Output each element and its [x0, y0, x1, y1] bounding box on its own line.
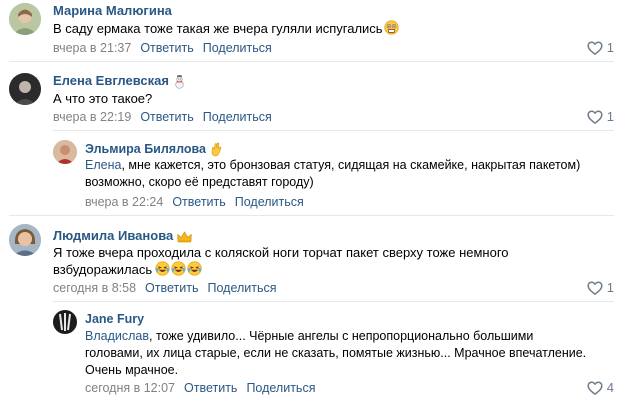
- comment-meta: сегодня в 8:58 Ответить Поделиться: [53, 280, 277, 296]
- comment-text-line: возможно, скоро её представят городу): [85, 175, 314, 189]
- comment-author[interactable]: Марина Малюгина: [53, 3, 172, 19]
- reply-button[interactable]: Ответить: [184, 381, 237, 395]
- comment-date[interactable]: сегодня в 12:07: [85, 381, 175, 395]
- avatar[interactable]: [53, 140, 77, 164]
- share-button[interactable]: Поделиться: [207, 281, 276, 295]
- divider: [53, 301, 614, 302]
- reply-button[interactable]: Ответить: [140, 41, 193, 55]
- comment-text: А что это такое?: [53, 91, 153, 106]
- like-count: 1: [606, 280, 614, 295]
- heart-icon: [587, 280, 603, 296]
- astonished-face-icon: [383, 20, 399, 35]
- comment-meta: вчера в 21:37 Ответить Поделиться: [53, 40, 272, 56]
- like-count: 1: [606, 40, 614, 55]
- avatar[interactable]: [53, 310, 77, 334]
- mention-link[interactable]: Владислав: [85, 329, 149, 343]
- comment-text-line: Я тоже вчера проходила с коляской ноги т…: [53, 245, 509, 260]
- comment-date[interactable]: сегодня в 8:58: [53, 281, 136, 295]
- like-button[interactable]: 1: [587, 40, 614, 56]
- share-button[interactable]: Поделиться: [246, 381, 315, 395]
- divider: [53, 130, 614, 131]
- comment-author[interactable]: Эльмира Билялова: [85, 141, 223, 157]
- reply-button[interactable]: Ответить: [140, 110, 193, 124]
- comment-author[interactable]: Людмила Иванова: [53, 228, 192, 244]
- ok-hand-icon: [210, 142, 223, 157]
- snowman-icon: [173, 74, 186, 89]
- divider: [9, 61, 614, 62]
- like-count: 4: [606, 380, 614, 395]
- author-name[interactable]: Людмила Иванова: [53, 228, 173, 243]
- comment-meta: вчера в 22:19 Ответить Поделиться: [53, 109, 272, 125]
- like-button[interactable]: 1: [587, 109, 614, 125]
- divider: [9, 215, 614, 216]
- comment-text-line: взбудоражилась: [53, 262, 153, 277]
- like-button[interactable]: 1: [587, 280, 614, 296]
- author-name[interactable]: Эльмира Билялова: [85, 142, 206, 156]
- comment-text-line: Очень мрачное.: [85, 363, 179, 377]
- comment-text-content: В саду ермака тоже такая же вчера гуляли…: [53, 21, 383, 36]
- avatar[interactable]: [9, 73, 41, 105]
- share-button[interactable]: Поделиться: [203, 110, 272, 124]
- rolling-laughing-face-icon: [171, 261, 186, 276]
- comment-text: Елена, мне кажется, это бронзовая статуя…: [85, 157, 580, 174]
- like-button[interactable]: 4: [587, 380, 614, 396]
- comment-date[interactable]: вчера в 21:37: [53, 41, 131, 55]
- mention-link[interactable]: Елена: [85, 158, 121, 172]
- share-button[interactable]: Поделиться: [203, 41, 272, 55]
- comment-author[interactable]: Елена Евглевская: [53, 73, 186, 89]
- comment-text-line: головами, их лица старые, если не сказат…: [85, 346, 587, 360]
- avatar[interactable]: [9, 224, 41, 256]
- comment-meta: вчера в 22:24 Ответить Поделиться: [85, 194, 304, 210]
- rolling-laughing-face-icon: [187, 261, 202, 276]
- comment-text: взбудоражилась: [53, 261, 202, 278]
- comment-author[interactable]: Jane Fury: [85, 311, 144, 327]
- share-button[interactable]: Поделиться: [235, 195, 304, 209]
- heart-icon: [587, 40, 603, 56]
- reply-button[interactable]: Ответить: [145, 281, 198, 295]
- crown-icon: [177, 230, 192, 243]
- comment-text-line: , тоже удивило... Чёрные ангелы с непроп…: [149, 329, 534, 343]
- rolling-laughing-face-icon: [155, 261, 170, 276]
- author-name[interactable]: Елена Евглевская: [53, 73, 169, 88]
- comment-date[interactable]: вчера в 22:24: [85, 195, 163, 209]
- reply-button[interactable]: Ответить: [172, 195, 225, 209]
- comment-date[interactable]: вчера в 22:19: [53, 110, 131, 124]
- comment-meta: сегодня в 12:07 Ответить Поделиться: [85, 380, 315, 396]
- comment-text: В саду ермака тоже такая же вчера гуляли…: [53, 20, 399, 37]
- comment-text: Владислав, тоже удивило... Чёрные ангелы…: [85, 328, 533, 345]
- heart-icon: [587, 380, 603, 396]
- like-count: 1: [606, 109, 614, 124]
- avatar[interactable]: [9, 3, 41, 35]
- heart-icon: [587, 109, 603, 125]
- comment-text-line: , мне кажется, это бронзовая статуя, сид…: [121, 158, 581, 172]
